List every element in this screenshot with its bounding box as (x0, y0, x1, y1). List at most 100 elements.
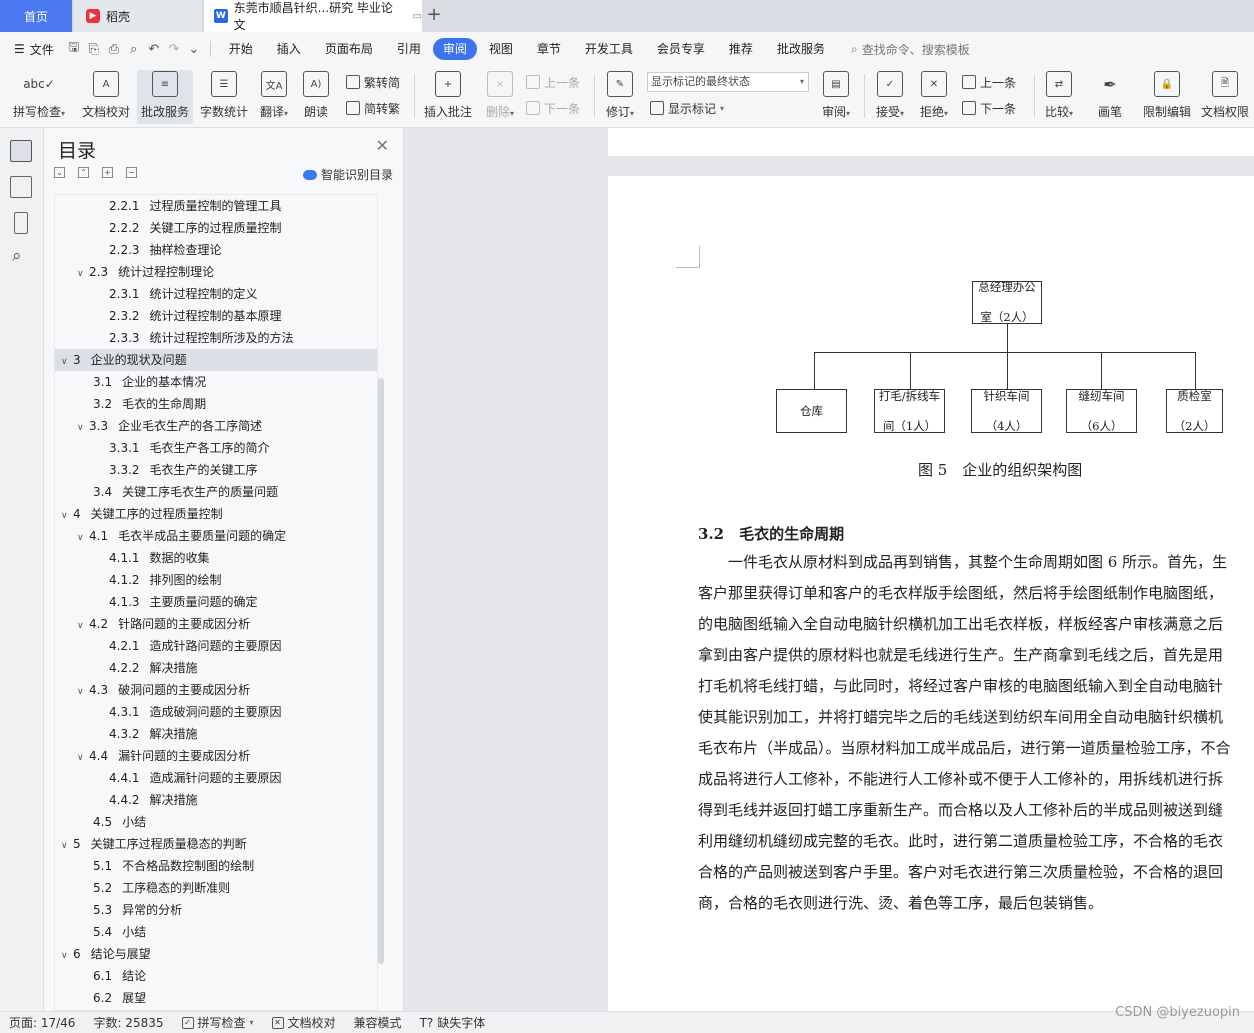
add-heading-icon[interactable]: + (102, 167, 113, 178)
toc-item[interactable]: 3.3.2 毛衣生产的关键工序 (55, 459, 377, 481)
toc-item[interactable]: ∨ 3.3 企业毛衣生产的各工序简述 (55, 415, 377, 439)
toc-panel-icon[interactable] (10, 140, 32, 162)
menu-review[interactable]: 审阅 (432, 38, 477, 60)
menu-correction-service[interactable]: 批改服务 (765, 38, 837, 60)
status-spell-check[interactable]: ✓ 拼写检查 ▾ (173, 1014, 263, 1031)
command-search[interactable]: ⌕ 查找命令、搜索模板 (851, 41, 970, 58)
toc-item[interactable]: 5.3 异常的分析 (55, 899, 377, 921)
toc-item[interactable]: ∨ 4.1 毛衣半成品主要质量问题的确定 (55, 525, 377, 549)
print-icon[interactable]: ⎙ (104, 39, 124, 59)
menu-developer[interactable]: 开发工具 (573, 38, 645, 60)
translate-button[interactable]: 文A 翻译▾ (254, 70, 294, 124)
toc-item[interactable]: 4.1.2 排列图的绘制 (55, 569, 377, 591)
toc-item[interactable]: ∨ 4 关键工序的过程质量控制 (55, 503, 377, 527)
remove-heading-icon[interactable]: − (126, 167, 137, 178)
quick-access-dropdown-icon[interactable]: ⌄ (184, 39, 204, 59)
delete-comment-button[interactable]: × 删除▾ (480, 70, 520, 124)
chapter-panel-icon[interactable] (10, 176, 32, 198)
bookmark-icon[interactable] (14, 212, 28, 234)
print-preview-icon[interactable]: ⌕ (124, 39, 144, 59)
chevron-down-icon[interactable]: ∨ (61, 505, 73, 527)
accept-change-button[interactable]: ✓ 接受▾ (870, 70, 910, 124)
chevron-down-icon[interactable]: ∨ (61, 351, 73, 373)
save-icon[interactable]: 🖫 (64, 39, 84, 59)
restrict-editing-button[interactable]: 🔒 限制编辑 (1140, 70, 1194, 124)
word-count-button[interactable]: ☰ 字数统计 (197, 70, 251, 124)
toc-item[interactable]: 4.3.2 解决措施 (55, 723, 377, 745)
toc-item[interactable]: 3.4 关键工序毛衣生产的质量问题 (55, 481, 377, 503)
review-pane-button[interactable]: ▤ 审阅▾ (814, 70, 858, 124)
toc-item[interactable]: 4.2.2 解决措施 (55, 657, 377, 679)
toc-item[interactable]: 6.2 展望 (55, 987, 377, 1009)
reject-change-button[interactable]: ✕ 拒绝▾ (914, 70, 954, 124)
toc-item[interactable]: 4.4.1 造成漏针问题的主要原因 (55, 767, 377, 789)
next-change-button[interactable]: 下一条 (962, 98, 1016, 118)
document-permission-button[interactable]: 🗎 文档权限 (1198, 70, 1252, 124)
toc-item[interactable]: 2.2.2 关键工序的过程质量控制 (55, 217, 377, 239)
toc-item[interactable]: ∨ 2.3 统计过程控制理论 (55, 261, 377, 285)
chevron-down-icon[interactable]: ∨ (77, 615, 89, 637)
file-menu[interactable]: ☰ 文件 (0, 41, 64, 58)
undo-icon[interactable]: ↶ (144, 39, 164, 59)
toc-item[interactable]: 2.2.1 过程质量控制的管理工具 (55, 195, 377, 217)
toc-item[interactable]: ∨ 5 关键工序过程质量稳态的判断 (55, 833, 377, 857)
trad-to-simp-button[interactable]: 繁转简 (346, 72, 400, 92)
chevron-down-icon[interactable]: ∨ (61, 945, 73, 967)
word-count-indicator[interactable]: 字数: 25835 (84, 1014, 172, 1031)
toc-item[interactable]: 4.4.2 解决措施 (55, 789, 377, 811)
toc-item[interactable]: ∨ 6 结论与展望 (55, 943, 377, 967)
search-icon[interactable]: ⌕ (12, 246, 22, 266)
toc-item[interactable]: 3.2 毛衣的生命周期 (55, 393, 377, 415)
tab-window-icon[interactable]: ▭ (413, 11, 422, 22)
spell-check-button[interactable]: abc✓ 拼写检查▾ (8, 70, 70, 124)
chevron-down-icon[interactable]: ∨ (61, 835, 73, 857)
redo-icon[interactable]: ↷ (164, 39, 184, 59)
toc-item[interactable]: 4.5 小结 (55, 811, 377, 833)
toc-item[interactable]: 2.2.3 抽样检查理论 (55, 239, 377, 261)
smart-toc-button[interactable]: 智能识别目录 (302, 166, 393, 183)
toc-item[interactable]: 5.1 不合格品数控制图的绘制 (55, 855, 377, 877)
previous-change-button[interactable]: 上一条 (962, 72, 1016, 92)
menu-member[interactable]: 会员专享 (645, 38, 717, 60)
tab-daoke[interactable]: ▶ 稻壳 (74, 0, 202, 32)
page-indicator[interactable]: 页面: 17/46 (0, 1014, 84, 1031)
correction-service-button[interactable]: ≡ 批改服务 (137, 70, 193, 124)
toc-item[interactable]: 4.1.1 数据的收集 (55, 547, 377, 569)
missing-font-button[interactable]: T? 缺失字体 (411, 1014, 495, 1031)
pen-button[interactable]: ✒ 画笔 (1092, 70, 1128, 124)
chevron-down-icon[interactable]: ∨ (77, 681, 89, 703)
menu-view[interactable]: 视图 (477, 38, 525, 60)
document-proofread-button[interactable]: A 文档校对 (78, 70, 134, 124)
toc-item[interactable]: 4.2.1 造成针路问题的主要原因 (55, 635, 377, 657)
toc-item[interactable]: 5.4 小结 (55, 921, 377, 943)
toc-item[interactable]: 2.3.3 统计过程控制所涉及的方法 (55, 327, 377, 349)
new-tab-button[interactable]: + (424, 4, 444, 26)
expand-up-icon[interactable]: ⌃ (78, 167, 89, 178)
document-page[interactable]: 总经理办公 室（2人） 仓库 打毛/拆线车 间（1人） 针织车间 （4人） 缝纫车间 （… (608, 176, 1254, 1011)
menu-chapter[interactable]: 章节 (525, 38, 573, 60)
menu-start[interactable]: 开始 (217, 38, 265, 60)
toc-item[interactable]: 4.1.3 主要质量问题的确定 (55, 591, 377, 613)
toc-item[interactable]: ∨ 3 企业的现状及问题 (55, 349, 377, 373)
compare-button[interactable]: ⇄ 比较▾ (1038, 70, 1080, 124)
tab-home[interactable]: 首页 (0, 0, 72, 32)
toc-item[interactable]: 3.3.1 毛衣生产各工序的简介 (55, 437, 377, 459)
chevron-down-icon[interactable]: ∨ (77, 263, 89, 285)
toc-item[interactable]: 2.3.1 统计过程控制的定义 (55, 283, 377, 305)
menu-page-layout[interactable]: 页面布局 (313, 38, 385, 60)
menu-references[interactable]: 引用 (385, 38, 433, 60)
chevron-down-icon[interactable]: ∨ (77, 747, 89, 769)
export-pdf-icon[interactable]: ⎘ (84, 39, 104, 59)
simp-to-trad-button[interactable]: 简转繁 (346, 98, 400, 118)
toc-item[interactable]: 2.3.2 统计过程控制的基本原理 (55, 305, 377, 327)
chevron-down-icon[interactable]: ∨ (77, 527, 89, 549)
status-proofread[interactable]: ✕ 文档校对 (263, 1014, 345, 1031)
toc-item[interactable]: 3.1 企业的基本情况 (55, 371, 377, 393)
menu-recommend[interactable]: 推荐 (717, 38, 765, 60)
show-markup-button[interactable]: 显示标记 ▾ (650, 98, 724, 118)
toc-item[interactable]: ∨ 4.3 破洞问题的主要成因分析 (55, 679, 377, 703)
next-comment-button[interactable]: 下一条 (526, 98, 580, 118)
chevron-down-icon[interactable]: ∨ (77, 417, 89, 439)
track-changes-button[interactable]: ✎ 修订▾ (600, 70, 640, 124)
markup-state-select[interactable]: 显示标记的最终状态 ▾ (647, 72, 809, 92)
